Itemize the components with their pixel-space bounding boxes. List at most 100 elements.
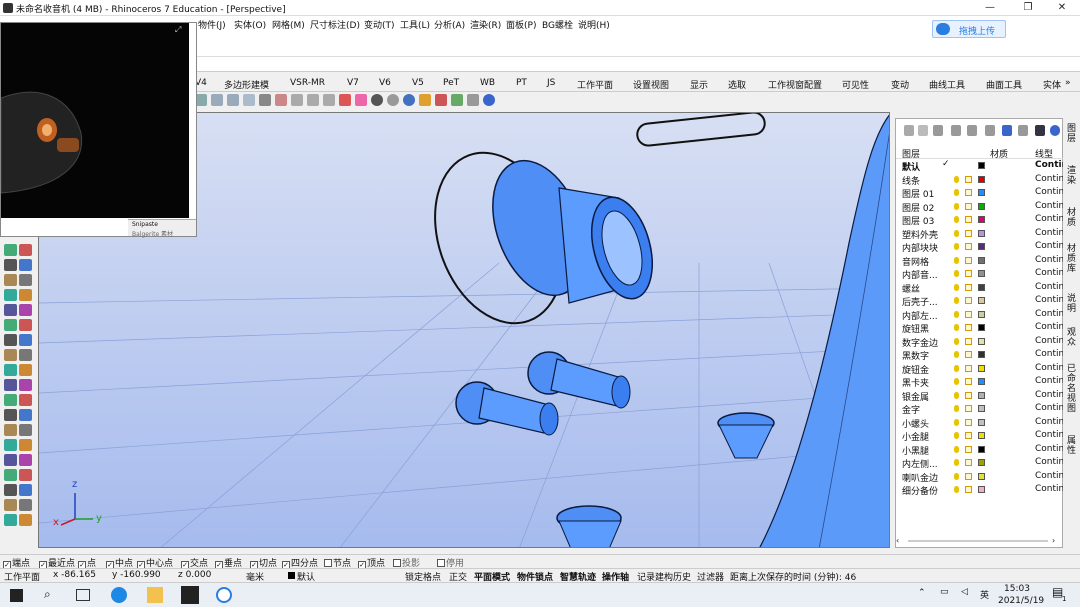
menu-object[interactable]: 物件(J) xyxy=(198,18,226,31)
tool-icon[interactable] xyxy=(19,514,32,526)
layer-color-swatch[interactable] xyxy=(978,189,985,196)
rhino-taskbar-icon[interactable] xyxy=(181,586,199,604)
color-wheel-icon[interactable] xyxy=(355,94,367,106)
move-down-icon[interactable] xyxy=(967,125,977,136)
volume-icon[interactable]: ◁ xyxy=(961,587,968,597)
tab-set-view[interactable]: 设置视图 xyxy=(633,78,669,91)
lock-icon[interactable] xyxy=(965,459,972,466)
tool-icon[interactable] xyxy=(19,484,32,496)
menu-render[interactable]: 渲染(R) xyxy=(470,18,501,31)
tool-icon[interactable] xyxy=(19,289,32,301)
layer-linetype[interactable]: Contin xyxy=(1035,430,1064,440)
tab-visibility[interactable]: 可见性 xyxy=(842,78,869,91)
layer-row[interactable]: 银金属 Contin xyxy=(896,389,1064,403)
tool-icon[interactable] xyxy=(19,244,32,256)
layer-row[interactable]: 数字金边 Contin xyxy=(896,335,1064,349)
lock-icon[interactable] xyxy=(965,243,972,250)
tool-icon[interactable] xyxy=(19,259,32,271)
menu-help[interactable]: 说明(H) xyxy=(578,18,610,31)
visibility-bulb-icon[interactable] xyxy=(954,432,959,439)
visibility-bulb-icon[interactable] xyxy=(954,472,959,480)
tool-icon[interactable] xyxy=(19,274,32,286)
lock-icon[interactable] xyxy=(965,283,972,291)
task-view-icon[interactable] xyxy=(76,589,90,601)
layer-row[interactable]: 图层 02 Contin xyxy=(896,200,1064,214)
tool-icon[interactable] xyxy=(4,304,17,316)
tool-icon[interactable] xyxy=(4,484,17,496)
layer-linetype[interactable]: Contin xyxy=(1035,390,1064,400)
lock-icon[interactable] xyxy=(965,364,972,372)
layer-row[interactable]: 默认 ✓ Contin xyxy=(896,159,1068,173)
layer-color-swatch[interactable] xyxy=(978,337,985,345)
layer-row[interactable]: 内部音... Contin xyxy=(896,267,1064,281)
delete-icon[interactable] xyxy=(933,125,943,136)
input-language[interactable]: 英 xyxy=(980,588,989,601)
visibility-bulb-icon[interactable] xyxy=(954,486,959,493)
layer-color-swatch[interactable] xyxy=(978,243,985,250)
tab-pt[interactable]: PT xyxy=(516,78,527,88)
lock-icon[interactable] xyxy=(965,432,972,439)
large-knob-part[interactable] xyxy=(476,148,663,308)
scroll-left-icon[interactable]: ‹ xyxy=(896,536,899,545)
maximize-button[interactable]: ❐ xyxy=(1010,0,1046,16)
minimize-button[interactable]: — xyxy=(972,0,1008,16)
tool-icon[interactable] xyxy=(19,334,32,346)
lock-icon[interactable] xyxy=(965,418,972,426)
menu-bg-bolt[interactable]: BG螺栓 xyxy=(542,18,573,31)
scroll-track[interactable] xyxy=(908,540,1048,542)
tab-select[interactable]: 选取 xyxy=(728,78,746,91)
layer-linetype[interactable]: Contin xyxy=(1035,228,1064,238)
environment-icon[interactable] xyxy=(403,94,415,106)
layer-linetype[interactable]: Contin xyxy=(1035,309,1064,319)
file-explorer-icon[interactable] xyxy=(147,587,163,603)
tool-icon[interactable] xyxy=(19,394,32,406)
drag-upload-button[interactable]: 拖拽上传 xyxy=(932,20,1006,38)
close-button[interactable]: ✕ xyxy=(1044,0,1080,16)
layer-linetype[interactable]: Contin xyxy=(1035,268,1064,278)
tool-icon[interactable] xyxy=(19,439,32,451)
lightbulb-icon[interactable] xyxy=(323,94,335,106)
visibility-bulb-icon[interactable] xyxy=(954,337,959,345)
small-foot-part[interactable] xyxy=(556,505,622,548)
layer-linetype[interactable]: Contin xyxy=(1035,444,1064,454)
visibility-bulb-icon[interactable] xyxy=(954,189,959,196)
lock-icon[interactable] xyxy=(965,310,972,318)
layer-color-swatch[interactable] xyxy=(978,256,985,264)
tool-icon[interactable] xyxy=(4,244,17,256)
layer-color-swatch[interactable] xyxy=(978,405,985,412)
lock-icon[interactable] xyxy=(965,270,972,277)
tab-v5[interactable]: V5 xyxy=(412,78,424,88)
layer-color-swatch[interactable] xyxy=(978,432,985,439)
tab-solid[interactable]: 实体 xyxy=(1043,78,1061,91)
tool-icon[interactable] xyxy=(4,499,17,511)
zoom-in-icon[interactable] xyxy=(291,94,303,106)
menu-solid[interactable]: 实体(O) xyxy=(234,18,266,31)
layer-linetype[interactable]: Contin xyxy=(1035,187,1064,197)
tab-v6[interactable]: V6 xyxy=(379,78,391,88)
filter-icon[interactable] xyxy=(1002,125,1012,136)
lock-icon[interactable] xyxy=(965,189,972,196)
small-knob-part[interactable] xyxy=(527,351,631,409)
help-icon[interactable] xyxy=(483,94,495,106)
layer-color-swatch[interactable] xyxy=(978,162,985,169)
layer-row[interactable]: 线条 Contin xyxy=(896,173,1064,187)
layer-color-swatch[interactable] xyxy=(978,297,985,304)
layer-linetype[interactable]: Contin xyxy=(1035,363,1064,373)
tab-surface-tools[interactable]: 曲面工具 xyxy=(986,78,1022,91)
tabs-more-button[interactable]: » xyxy=(1065,78,1071,88)
move-left-icon[interactable] xyxy=(985,125,995,136)
checkbox[interactable] xyxy=(437,559,445,567)
layer-row[interactable]: 黑卡夹 Contin xyxy=(896,375,1064,389)
tool-icon[interactable] xyxy=(4,424,17,436)
tab-transform[interactable]: 变动 xyxy=(891,78,909,91)
layer-panel-scrollbar[interactable]: ‹ › xyxy=(896,536,1062,546)
layer-linetype[interactable]: Contin xyxy=(1035,336,1064,346)
lock-icon[interactable] xyxy=(965,202,972,210)
tab-curve-tools[interactable]: 曲线工具 xyxy=(929,78,965,91)
rotate-view-icon[interactable] xyxy=(243,94,255,106)
layer-row[interactable]: 金字 Contin xyxy=(896,402,1064,416)
tab-wb[interactable]: WB xyxy=(480,78,495,88)
tab-display[interactable]: 显示 xyxy=(690,78,708,91)
tab-js[interactable]: JS xyxy=(547,78,555,88)
lock-icon[interactable] xyxy=(965,391,972,399)
